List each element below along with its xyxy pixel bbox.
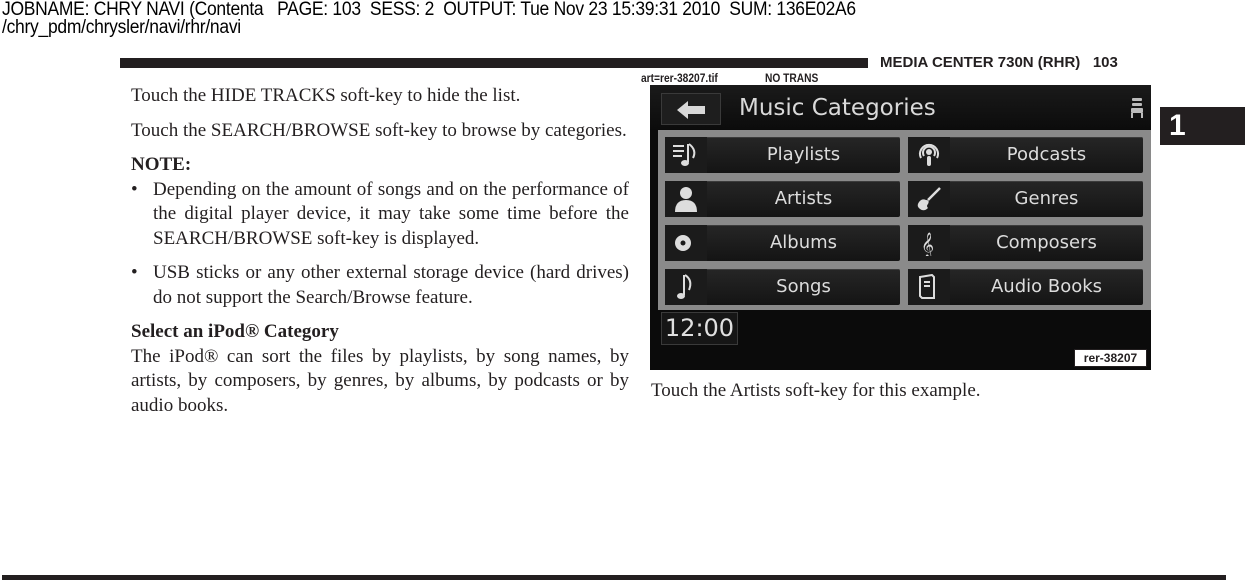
figure-caption: Touch the Artists soft-key for this exam… [651, 380, 981, 401]
running-head-title: MEDIA CENTER 730N (RHR) [880, 54, 1081, 71]
songs-label: Songs [776, 276, 831, 297]
audio-books-label: Audio Books [990, 276, 1103, 297]
book-icon [919, 274, 935, 299]
note-item: • Depending on the amount of songs and on… [131, 178, 629, 252]
playlist-icon [673, 143, 696, 166]
note-text: Depending on the amount of songs and on … [153, 178, 629, 249]
artists-label: Artists [774, 188, 833, 209]
section-tab: 1 [1160, 107, 1245, 145]
note-label: NOTE: [131, 154, 192, 175]
playlists-label: Playlists [766, 144, 841, 165]
podcasts-label: Podcasts [1006, 144, 1087, 165]
print-path-line: /chry_pdm/chrysler/navi/rhr/navi [2, 17, 241, 38]
music-note-icon [677, 274, 692, 299]
podcast-icon [919, 143, 939, 166]
seat-icon[interactable] [1130, 97, 1144, 119]
left-column: Touch the HIDE TRACKS soft-key to hide t… [131, 84, 629, 418]
translation-label: NO TRANS [765, 71, 819, 85]
audio-books-button[interactable]: Audio Books [908, 269, 1143, 305]
footer-rule [2, 575, 1226, 580]
bullet-icon: • [131, 178, 138, 200]
page-number: 103 [1092, 54, 1118, 71]
artists-button[interactable]: Artists [665, 181, 900, 217]
songs-button[interactable]: Songs [665, 269, 900, 305]
person-icon [675, 187, 697, 212]
header-rule [120, 58, 868, 68]
section-heading: Select an iPod® Category [131, 321, 339, 342]
figure-id-label: rer-38207 [1074, 349, 1147, 367]
genres-label: Genres [1014, 188, 1079, 209]
note-text: USB sticks or any other external storage… [153, 262, 629, 308]
treble-clef-icon: 𝄞 [921, 232, 934, 256]
note-item: • USB sticks or any other external storag… [131, 261, 629, 310]
genres-button[interactable]: Genres [908, 181, 1143, 217]
playlists-button[interactable]: Playlists [665, 137, 900, 173]
paragraph-hide-tracks: Touch the HIDE TRACKS soft-key to hide t… [131, 85, 521, 106]
composers-label: Composers [996, 232, 1097, 253]
paragraph-ipod-sort: The iPod® can sort the files by playlist… [131, 345, 629, 416]
art-file-label: art=rer-38207.tif [641, 71, 718, 85]
arrow-left-icon [677, 101, 705, 119]
note-list: • Depending on the amount of songs and on… [131, 178, 629, 311]
running-head: MEDIA CENTER 730N (RHR) 103 [880, 54, 1118, 71]
svg-text:𝄞: 𝄞 [921, 232, 934, 256]
back-button[interactable] [661, 93, 721, 125]
guitar-icon [917, 187, 941, 211]
clock-display: 12:00 [661, 312, 738, 345]
screen-title: Music Categories [739, 95, 936, 121]
music-categories-screen: Music Categories Playlists Podcasts Arti… [650, 85, 1151, 370]
podcasts-button[interactable]: Podcasts [908, 137, 1143, 173]
paragraph-search-browse: Touch the SEARCH/BROWSE soft-key to brow… [131, 119, 627, 141]
albums-button[interactable]: Albums [665, 225, 900, 261]
albums-label: Albums [769, 232, 838, 253]
bullet-icon: • [131, 262, 138, 283]
composers-button[interactable]: 𝄞 Composers [908, 225, 1143, 261]
disc-icon [675, 235, 691, 251]
